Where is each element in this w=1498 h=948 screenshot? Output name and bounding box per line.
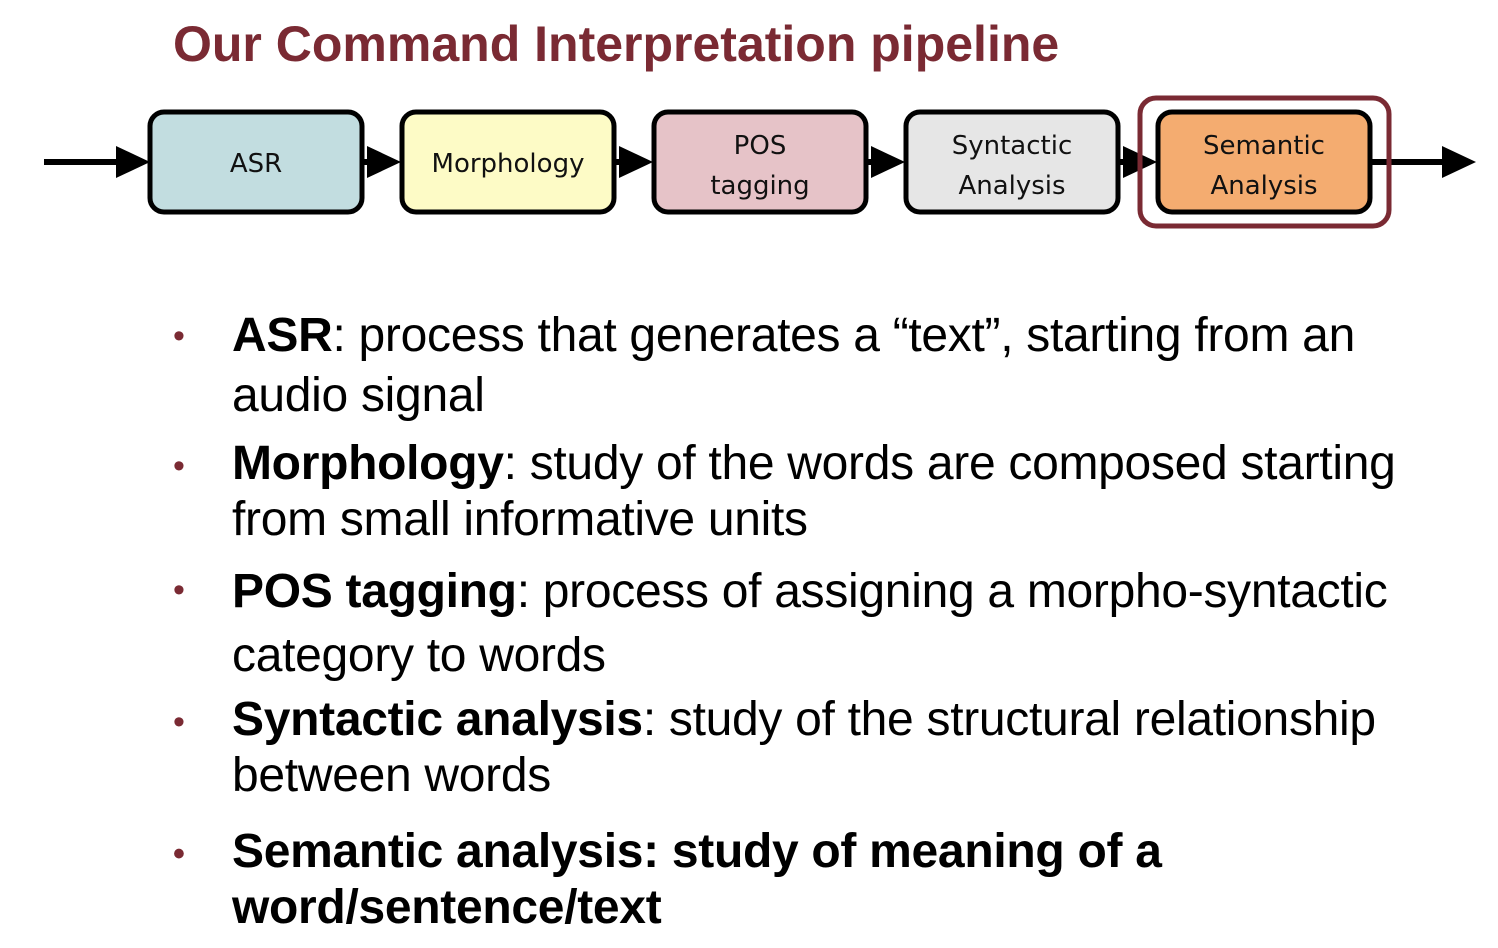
bullet-term: Morphology: [232, 437, 504, 490]
bullet-term: ASR: [232, 309, 333, 362]
bullet-term: POS tagging: [232, 565, 517, 618]
bullet-syntactic-analysis: • Syntactic analysis: study of the struct…: [173, 692, 1462, 804]
bullet-morphology: • Morphology: study of the words are comp…: [173, 436, 1462, 548]
bullet-dot: •: [173, 703, 185, 741]
bullet-term: Syntactic analysis: [232, 693, 643, 746]
bullet-dot: •: [173, 447, 185, 485]
bullet-asr: • ASR: process that generates a “text”, s…: [173, 306, 1462, 426]
bullet-semantic-analysis: • Semantic analysis: study of meaning of …: [173, 824, 1232, 936]
bullet-text: : process that generates a “text”, start…: [232, 309, 1355, 422]
bullet-dot: •: [173, 571, 185, 609]
definition-list: • ASR: process that generates a “text”, s…: [0, 0, 1498, 948]
bullet-pos-tagging: • POS tagging: process of assigning a mor…: [173, 560, 1462, 688]
bullet-dot: •: [173, 835, 185, 873]
bullet-term: Semantic analysis: [232, 825, 644, 878]
bullet-dot: •: [173, 317, 185, 355]
